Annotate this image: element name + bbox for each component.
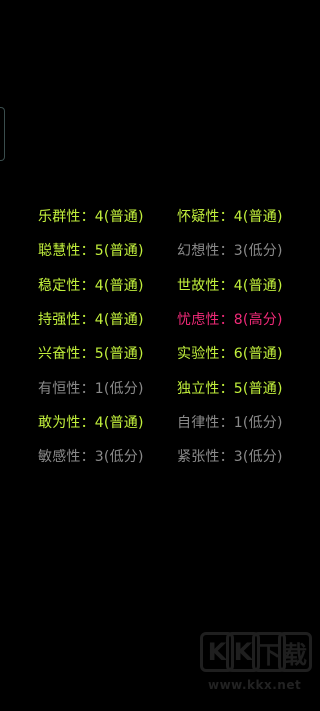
trait-warmth: 乐群性：4(普通)	[38, 209, 144, 226]
trait-privateness: 世故性：4(普通)	[177, 277, 283, 294]
trait-liveliness: 兴奋性：5(普通)	[38, 346, 144, 363]
trait-perfectionism: 自律性：1(低分)	[177, 414, 283, 431]
watermark-char-zai: 载	[278, 632, 312, 672]
personality-trait-grid: 乐群性：4(普通) 怀疑性：4(普通) 聪慧性：5(普通) 幻想性：3(低分) …	[38, 200, 298, 474]
trait-tension: 紧张性：3(低分)	[177, 449, 283, 466]
trait-apprehension: 忧虑性：8(高分)	[177, 312, 283, 329]
side-edge-tab[interactable]	[0, 107, 5, 161]
trait-reasoning: 聪慧性：5(普通)	[38, 243, 144, 260]
trait-emotional-stability: 稳定性：4(普通)	[38, 277, 144, 294]
watermark-domain: www.kkx.net	[208, 678, 302, 692]
trait-social-boldness: 敢为性：4(普通)	[38, 414, 144, 431]
trait-sensitivity: 敏感性：3(低分)	[38, 449, 144, 466]
trait-vigilance: 怀疑性：4(普通)	[177, 209, 283, 226]
kkx-watermark-logo: K K 下 载 www.kkx.net	[200, 628, 312, 698]
trait-openness-to-change: 实验性：6(普通)	[177, 346, 283, 363]
trait-rule-consciousness: 有恒性：1(低分)	[38, 380, 144, 397]
trait-dominance: 持强性：4(普通)	[38, 312, 144, 329]
trait-self-reliance: 独立性：5(普通)	[177, 380, 283, 397]
trait-abstractedness: 幻想性：3(低分)	[177, 243, 283, 260]
